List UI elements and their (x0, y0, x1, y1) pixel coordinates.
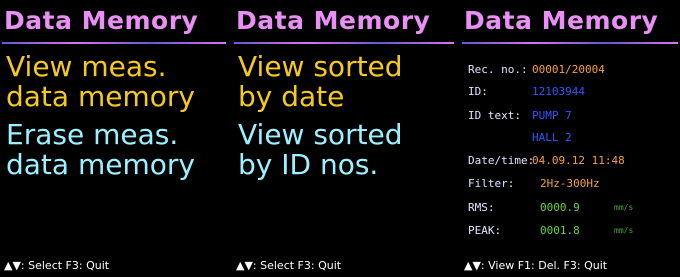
rms-value: 0000.9 (540, 201, 580, 214)
screen-title: Data Memory (4, 6, 199, 35)
title-underline (2, 42, 226, 44)
menu-item-view-sorted-by-id[interactable]: View sorted by ID nos. (238, 120, 403, 180)
title-underline (462, 42, 678, 44)
menu-item-line2: data memory (6, 148, 195, 181)
menu-item-line1: View sorted (238, 118, 403, 151)
rms-unit: mm/s (614, 203, 634, 212)
id-text-label: ID text: (468, 109, 521, 122)
menu-item-line2: by date (238, 80, 345, 113)
date-time-label: Date/time: (468, 154, 535, 167)
menu-item-line2: by ID nos. (238, 148, 379, 181)
filter-value: 2Hz-300Hz (540, 177, 600, 190)
screen-title: Data Memory (236, 6, 431, 35)
menu-item-line2: data memory (6, 80, 195, 113)
peak-unit: mm/s (614, 226, 634, 235)
menu-item-line1: View sorted (238, 50, 403, 83)
menu-item-view-sorted-by-date[interactable]: View sorted by date (238, 52, 403, 112)
id-text-value-1: PUMP 7 (532, 109, 572, 122)
menu-item-line1: View meas. (6, 50, 167, 83)
key-hint-footer: ▲▼: Select F3: Quit (236, 259, 342, 272)
title-underline (234, 42, 454, 44)
menu-screen-main: Data Memory View meas. data memory Erase… (0, 0, 228, 277)
id-value: 12103944 (532, 85, 585, 98)
filter-label: Filter: (468, 177, 515, 190)
key-hint-footer: ▲▼: Select F3: Quit (4, 259, 110, 272)
menu-item-erase-data-memory[interactable]: Erase meas. data memory (6, 120, 195, 180)
rms-label: RMS: (468, 201, 495, 214)
record-detail-screen: Data Memory Rec. no.: 00001/20004 ID: 12… (460, 0, 680, 277)
menu-item-view-data-memory[interactable]: View meas. data memory (6, 52, 195, 112)
peak-value: 0001.8 (540, 224, 580, 237)
record-number-label: Rec. no.: (468, 63, 528, 76)
menu-screen-sort: Data Memory View sorted by date View sor… (232, 0, 456, 277)
key-hint-footer: ▲▼: View F1: Del. F3: Quit (464, 259, 608, 272)
menu-item-line1: Erase meas. (6, 118, 179, 151)
record-number-value: 00001/20004 (532, 63, 605, 76)
peak-label: PEAK: (468, 224, 502, 237)
screen-title: Data Memory (464, 6, 659, 35)
id-text-value-2: HALL 2 (532, 131, 572, 144)
id-label: ID: (468, 85, 488, 98)
date-time-value: 04.09.12 11:48 (532, 154, 625, 167)
